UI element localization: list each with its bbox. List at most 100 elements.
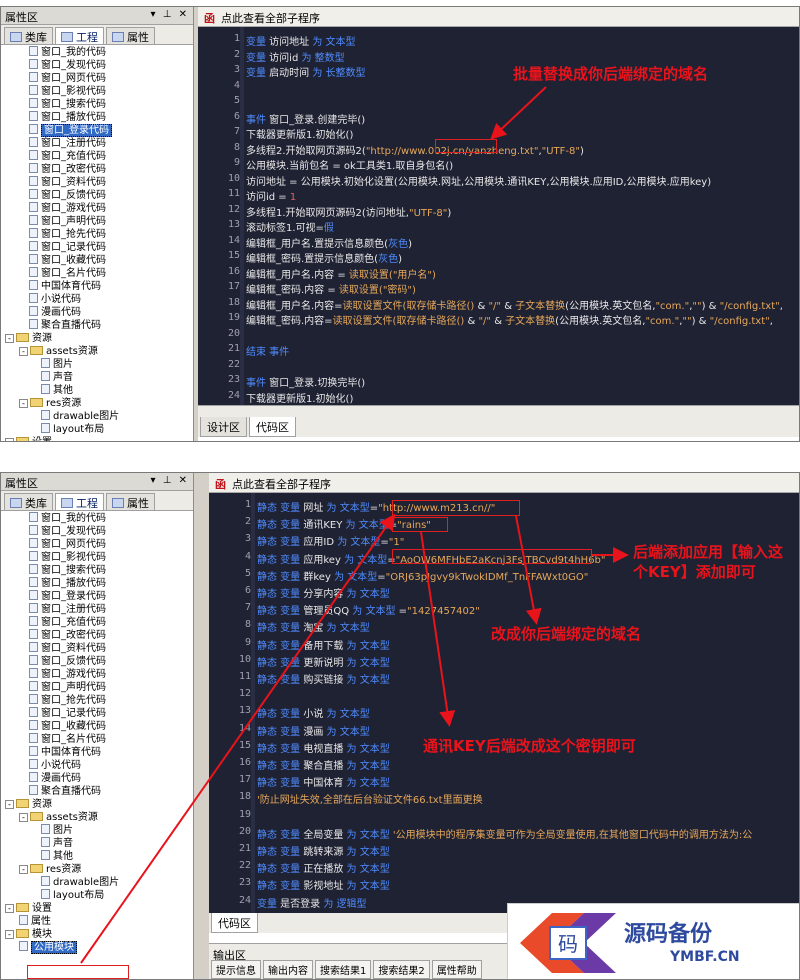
editor-header[interactable]: 函点此查看全部子程序	[198, 7, 799, 27]
tree-item[interactable]: 窗口_发现代码	[1, 59, 193, 72]
tree-item[interactable]: 属性	[1, 915, 193, 928]
code-line[interactable]: 变量 是否登录 为 逻辑型	[257, 895, 367, 910]
tree-item[interactable]: 窗口_发现代码	[1, 525, 193, 538]
tree-item[interactable]: 小说代码	[1, 759, 193, 772]
code-line[interactable]: 多线程1.开始取网页源码2(访问地址,"UTF-8")	[246, 204, 451, 219]
tree-item[interactable]: 窗口_我的代码	[1, 512, 193, 525]
tree-item[interactable]: drawable图片	[1, 876, 193, 889]
tree-item[interactable]: 窗口_播放代码	[1, 111, 193, 124]
code-line[interactable]: 静态 变量 漫画 为 文本型	[257, 723, 370, 738]
tab-output-content[interactable]: 输出内容	[263, 960, 313, 979]
code-line[interactable]: 变量 访问地址 为 文本型	[246, 33, 356, 48]
tree-item[interactable]: 其他	[1, 850, 193, 863]
tree-item[interactable]: 窗口_声明代码	[1, 681, 193, 694]
tree-item[interactable]: drawable图片	[1, 410, 193, 423]
tree-item[interactable]: 窗口_资料代码	[1, 176, 193, 189]
code-line[interactable]: 下载器更新版1.初始化()	[246, 390, 353, 405]
tree-item[interactable]: 窗口_网页代码	[1, 538, 193, 551]
tab-library[interactable]: 类库	[4, 27, 53, 44]
tree-item[interactable]: 聚合直播代码	[1, 785, 193, 798]
tree-item[interactable]: - res资源	[1, 397, 193, 410]
code-line[interactable]: 访问地址 = 公用模块.初始化设置(公用模块.网址,公用模块.通讯KEY,公用模…	[246, 173, 711, 188]
code-line[interactable]: 静态 变量 淘宝 为 文本型	[257, 619, 370, 634]
tree-item[interactable]: 窗口_反馈代码	[1, 189, 193, 202]
tree-item[interactable]: 窗口_抢先代码	[1, 694, 193, 707]
tree-item[interactable]: 窗口_登录代码	[1, 590, 193, 603]
code-line[interactable]: 静态 变量 更新说明 为 文本型	[257, 654, 390, 669]
code-line[interactable]: 多线程2.开始取网页源码2("http://www.002j.cn/yanzhe…	[246, 142, 584, 157]
tab-code-area[interactable]: 代码区	[249, 417, 296, 437]
code-line[interactable]: 静态 变量 电视直播 为 文本型	[257, 740, 390, 755]
tree-item[interactable]: 窗口_记录代码	[1, 241, 193, 254]
tree-item[interactable]: 漫画代码	[1, 772, 193, 785]
code-line[interactable]: 编辑框_用户名.内容 = 读取设置("用户名")	[246, 266, 436, 281]
tree-item[interactable]: 中国体育代码	[1, 746, 193, 759]
collapse-toggle-icon[interactable]: -	[5, 438, 14, 441]
tab-search-result-2[interactable]: 搜索结果2	[373, 960, 430, 979]
collapse-toggle-icon[interactable]: -	[5, 904, 14, 913]
tree-item[interactable]: 图片	[1, 358, 193, 371]
code-line[interactable]: 静态 变量 跳转来源 为 文本型	[257, 843, 390, 858]
code-line[interactable]: 静态 变量 备用下载 为 文本型	[257, 637, 390, 652]
tab-library-2[interactable]: 类库	[4, 493, 53, 510]
tree-item[interactable]: - res资源	[1, 863, 193, 876]
code-line[interactable]: 访问id = 1	[246, 188, 296, 203]
code-line[interactable]: '防止网址失效,全部在后台验证文件66.txt里面更换	[257, 791, 483, 806]
tree-item[interactable]: 窗口_改密代码	[1, 629, 193, 642]
code-line[interactable]: 静态 变量 聚合直播 为 文本型	[257, 757, 390, 772]
tree-item[interactable]: 窗口_我的代码	[1, 46, 193, 59]
horizontal-scrollbar[interactable]	[198, 405, 799, 417]
tab-design-area[interactable]: 设计区	[200, 417, 247, 437]
tree-item[interactable]: 聚合直播代码	[1, 319, 193, 332]
code-line[interactable]: 滚动标签1.可视=假	[246, 219, 334, 234]
tree-item[interactable]: - 资源	[1, 798, 193, 811]
tab-search-result-1[interactable]: 搜索结果1	[315, 960, 372, 979]
tree-item[interactable]: - 设置	[1, 436, 193, 441]
code-line[interactable]: 静态 变量 影视地址 为 文本型	[257, 877, 390, 892]
tree-item[interactable]: 窗口_影视代码	[1, 85, 193, 98]
code-line[interactable]: 变量 访问id 为 整数型	[246, 49, 345, 64]
tree-item[interactable]: - 模块	[1, 928, 193, 941]
collapse-toggle-icon[interactable]: -	[5, 800, 14, 809]
tree-item[interactable]: 窗口_收藏代码	[1, 254, 193, 267]
tree-item[interactable]: 漫画代码	[1, 306, 193, 319]
tree-item[interactable]: 中国体育代码	[1, 280, 193, 293]
collapse-toggle-icon[interactable]: -	[19, 347, 28, 356]
tree-item[interactable]: 窗口_记录代码	[1, 707, 193, 720]
tree-item[interactable]: 窗口_名片代码	[1, 733, 193, 746]
tab-properties-2[interactable]: 属性	[106, 493, 155, 510]
tree-item[interactable]: 窗口_资料代码	[1, 642, 193, 655]
tree-item[interactable]: 窗口_网页代码	[1, 72, 193, 85]
tab-project[interactable]: 工程	[55, 27, 104, 44]
code-line[interactable]: 下载器更新版1.初始化()	[246, 126, 353, 141]
tree-item[interactable]: 窗口_充值代码	[1, 616, 193, 629]
editor-header-2[interactable]: 函点此查看全部子程序	[209, 473, 799, 493]
tree-item[interactable]: 窗口_反馈代码	[1, 655, 193, 668]
tree-item[interactable]: 其他	[1, 384, 193, 397]
collapse-toggle-icon[interactable]: -	[5, 334, 14, 343]
tree-item[interactable]: 小说代码	[1, 293, 193, 306]
code-line[interactable]: 静态 变量 管理员QQ 为 文本型 ="1427457402"	[257, 602, 480, 617]
collapse-toggle-icon[interactable]: -	[19, 399, 28, 408]
code-line[interactable]: 编辑框_用户名.内容=读取设置文件(取存储卡路径() & "/" & 子文本替换…	[246, 297, 783, 312]
code-line[interactable]: 静态 变量 应用ID 为 文本型="1"	[257, 533, 404, 548]
code-line[interactable]: 公用模块.当前包名 = ok工具类1.取自身包名()	[246, 157, 453, 172]
tab-code-area-2[interactable]: 代码区	[211, 913, 258, 933]
tree-item[interactable]: 窗口_搜索代码	[1, 98, 193, 111]
tree-item[interactable]: 窗口_充值代码	[1, 150, 193, 163]
tree-item[interactable]: 窗口_搜索代码	[1, 564, 193, 577]
code-line[interactable]: 编辑框_密码.置提示信息颜色(灰色)	[246, 250, 402, 265]
tree-item[interactable]: 窗口_游戏代码	[1, 668, 193, 681]
code-line[interactable]: 静态 变量 正在播放 为 文本型	[257, 860, 390, 875]
collapse-toggle-icon[interactable]: -	[19, 813, 28, 822]
tree-item[interactable]: - 资源	[1, 332, 193, 345]
panel-controls-2[interactable]: ▾ ⊥ ✕	[151, 475, 189, 486]
tree-item[interactable]: 窗口_改密代码	[1, 163, 193, 176]
collapse-toggle-icon[interactable]: -	[19, 865, 28, 874]
code-line[interactable]: 事件 窗口_登录.切换完毕()	[246, 374, 365, 389]
code-line[interactable]: 静态 变量 购买链接 为 文本型	[257, 671, 390, 686]
code-line[interactable]: 编辑框_密码.内容=读取设置文件(取存储卡路径() & "/" & 子文本替换(…	[246, 312, 773, 327]
code-line[interactable]: 事件 窗口_登录.创建完毕()	[246, 111, 365, 126]
tree-item[interactable]: layout布局	[1, 889, 193, 902]
tab-property-help[interactable]: 属性帮助	[431, 960, 482, 979]
